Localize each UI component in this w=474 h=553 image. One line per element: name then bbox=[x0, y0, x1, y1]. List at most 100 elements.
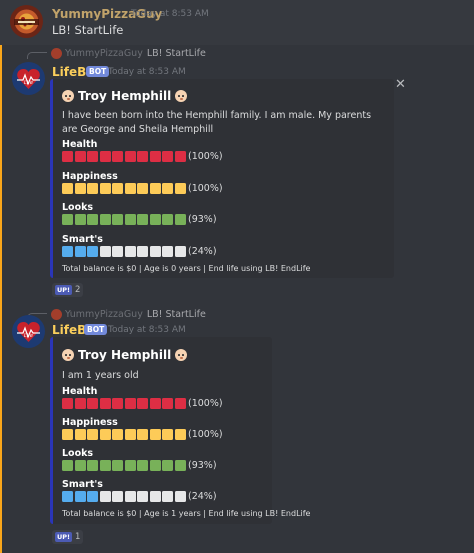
stat-square-empty bbox=[124, 491, 136, 502]
close-icon[interactable]: ✕ bbox=[395, 77, 406, 92]
stat-square-empty bbox=[162, 246, 173, 257]
looks-bar: (93%) bbox=[62, 214, 217, 225]
reply-username[interactable]: YummyPizzaGuy bbox=[65, 48, 143, 59]
stat-square-filled bbox=[74, 214, 86, 225]
stat-square-empty bbox=[99, 491, 111, 502]
stat-square-filled bbox=[162, 214, 173, 225]
stat-square-filled bbox=[137, 183, 148, 194]
embed-title-text: Troy Hemphill bbox=[78, 348, 172, 362]
stat-square-filled bbox=[87, 151, 98, 162]
reply-username[interactable]: YummyPizzaGuy bbox=[65, 309, 143, 320]
stat-square-empty bbox=[99, 246, 111, 257]
lifebot-avatar[interactable]: Life bbox=[12, 62, 45, 95]
stat-square-filled bbox=[174, 183, 186, 194]
stat-square-filled bbox=[162, 183, 173, 194]
happiness-value: (100%) bbox=[188, 183, 223, 194]
stat-square-filled bbox=[112, 460, 123, 471]
looks-value: (93%) bbox=[188, 214, 217, 225]
stat-square-empty bbox=[112, 491, 123, 502]
happiness-label: Happiness bbox=[62, 417, 118, 428]
stat-square-filled bbox=[62, 491, 73, 502]
reaction-up[interactable]: UP! 1 bbox=[52, 530, 84, 544]
stat-square-filled bbox=[62, 398, 73, 409]
reply-text[interactable]: LB! StartLife bbox=[147, 309, 206, 320]
stat-square-filled bbox=[99, 214, 111, 225]
stat-square-filled bbox=[62, 460, 73, 471]
stat-square-empty bbox=[124, 246, 136, 257]
reply-text[interactable]: LB! StartLife bbox=[147, 48, 206, 59]
stat-square-filled bbox=[112, 183, 123, 194]
smarts-bar: (24%) bbox=[62, 491, 217, 502]
stat-square-filled bbox=[74, 398, 86, 409]
up-emoji-icon: UP! bbox=[55, 532, 73, 542]
stat-square-filled bbox=[149, 183, 161, 194]
embed-description: I am 1 years old bbox=[62, 370, 139, 381]
stat-square-filled bbox=[162, 429, 173, 440]
reply-reference[interactable]: YummyPizzaGuy LB! StartLife bbox=[27, 308, 206, 320]
stat-square-filled bbox=[87, 429, 98, 440]
baby-face-icon bbox=[175, 90, 188, 102]
stat-square-filled bbox=[174, 429, 186, 440]
stat-square-filled bbox=[87, 214, 98, 225]
smarts-label: Smart's bbox=[62, 479, 103, 490]
message-lifebot-2: YummyPizzaGuy LB! StartLife Life LifeBot… bbox=[0, 300, 474, 553]
stat-square-filled bbox=[62, 214, 73, 225]
stat-square-filled bbox=[87, 398, 98, 409]
reply-avatar bbox=[51, 308, 62, 320]
stat-square-filled bbox=[62, 183, 73, 194]
stat-square-filled bbox=[87, 460, 98, 471]
stat-square-filled bbox=[124, 460, 136, 471]
reply-avatar bbox=[51, 47, 62, 59]
health-label: Health bbox=[62, 139, 98, 150]
embed-footer: Total balance is $0 | Age is 0 years | E… bbox=[62, 264, 311, 273]
stat-square-filled bbox=[174, 214, 186, 225]
embed-footer: Total balance is $0 | Age is 1 years | E… bbox=[62, 509, 311, 518]
reaction-count: 2 bbox=[75, 285, 81, 295]
looks-bar: (93%) bbox=[62, 460, 217, 471]
stat-square-empty bbox=[174, 246, 186, 257]
looks-value: (93%) bbox=[188, 460, 217, 471]
stat-square-empty bbox=[137, 491, 148, 502]
stat-square-filled bbox=[62, 246, 73, 257]
reply-reference[interactable]: YummyPizzaGuy LB! StartLife bbox=[27, 47, 206, 59]
stat-square-filled bbox=[74, 183, 86, 194]
stat-square-filled bbox=[149, 429, 161, 440]
baby-face-icon bbox=[175, 349, 188, 361]
timestamp: Today at 8:53 AM bbox=[108, 325, 186, 335]
stat-square-filled bbox=[62, 151, 73, 162]
stat-square-filled bbox=[149, 460, 161, 471]
up-emoji-icon: UP! bbox=[55, 285, 73, 295]
stat-square-filled bbox=[99, 151, 111, 162]
health-bar: (100%) bbox=[62, 151, 223, 162]
svg-text:Life: Life bbox=[24, 80, 33, 86]
stat-square-filled bbox=[99, 460, 111, 471]
reply-curve-icon bbox=[27, 52, 47, 59]
profile-embed: ✕ Troy Hemphill I have been born into th… bbox=[50, 77, 406, 278]
message-lifebot-1: YummyPizzaGuy LB! StartLife Life LifeBot… bbox=[0, 45, 474, 300]
message-content: LB! StartLife bbox=[52, 23, 124, 37]
embed-title-text: Troy Hemphill bbox=[78, 89, 172, 103]
yummypizzaguy-avatar[interactable] bbox=[10, 5, 43, 38]
stat-square-filled bbox=[149, 398, 161, 409]
embed-title: Troy Hemphill bbox=[58, 89, 191, 103]
timestamp: Today at 8:53 AM bbox=[131, 9, 209, 19]
stat-square-filled bbox=[149, 151, 161, 162]
bot-tag: BOT bbox=[84, 324, 108, 335]
stat-square-filled bbox=[124, 214, 136, 225]
looks-label: Looks bbox=[62, 448, 94, 459]
stat-square-filled bbox=[74, 246, 86, 257]
embed-title: Troy Hemphill bbox=[58, 348, 191, 362]
stat-square-filled bbox=[74, 491, 86, 502]
profile-embed: Troy Hemphill I am 1 years old Health (1… bbox=[50, 337, 310, 524]
stat-square-filled bbox=[124, 183, 136, 194]
health-label: Health bbox=[62, 386, 98, 397]
stat-square-filled bbox=[137, 214, 148, 225]
stat-square-filled bbox=[124, 429, 136, 440]
stat-square-filled bbox=[174, 151, 186, 162]
stat-square-filled bbox=[149, 214, 161, 225]
stat-square-filled bbox=[112, 151, 123, 162]
reaction-up[interactable]: UP! 2 bbox=[52, 283, 84, 297]
stat-square-filled bbox=[62, 429, 73, 440]
baby-face-icon bbox=[62, 90, 74, 102]
lifebot-avatar[interactable]: Life bbox=[12, 315, 45, 348]
